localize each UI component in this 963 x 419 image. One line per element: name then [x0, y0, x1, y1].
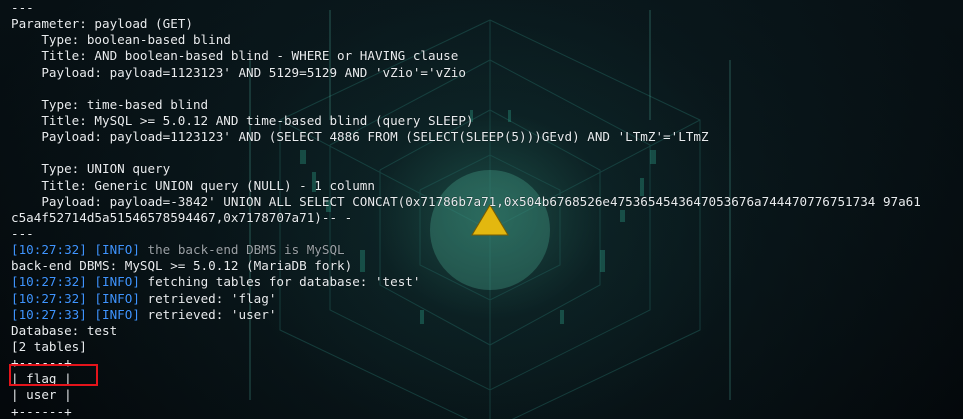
output-line: Payload: payload=1123123' AND (SELECT 48…	[11, 129, 709, 145]
log-line: [10:27:33] [INFO] retrieved: 'user'	[11, 307, 921, 323]
output-line: Payload: payload=1123123' AND 5129=5129 …	[11, 64, 466, 80]
log-level: [INFO]	[94, 306, 140, 322]
terminal-window[interactable]: --- Parameter: payload (GET) Type: boolea…	[0, 0, 963, 419]
log-timestamp: [10:27:32]	[11, 290, 87, 306]
output-line: Title: AND boolean-based blind - WHERE o…	[11, 48, 459, 64]
log-line: [10:27:32] [INFO] the back-end DBMS is M…	[11, 242, 921, 258]
log-timestamp: [10:27:32]	[11, 274, 87, 290]
log-timestamp: [10:27:33]	[11, 306, 87, 322]
output-line: back-end DBMS: MySQL >= 5.0.12 (MariaDB …	[11, 258, 353, 274]
table-count: [2 tables]	[11, 338, 87, 354]
log-line: [10:27:32] [INFO] fetching tables for da…	[11, 274, 921, 290]
log-level: [INFO]	[94, 290, 140, 306]
output-line: Type: time-based blind	[11, 96, 209, 112]
highlight-box-flag	[9, 364, 98, 386]
table-border-top: +------+	[11, 355, 72, 371]
output-line: Payload: payload=-3842' UNION ALL SELECT…	[11, 193, 921, 209]
output-line: c5a4f52714d5a51546578594467,0x7178707a71…	[11, 209, 353, 225]
output-line: Type: UNION query	[11, 161, 171, 177]
output-line: Parameter: payload (GET)	[11, 16, 193, 32]
output-line: ---	[11, 0, 34, 15]
table-row-user: | user |	[11, 387, 72, 403]
output-line: Title: MySQL >= 5.0.12 AND time-based bl…	[11, 112, 474, 128]
log-level: [INFO]	[94, 242, 140, 258]
log-message: fetching tables for database: 'test'	[139, 274, 421, 290]
log-timestamp: [10:27:32]	[11, 242, 87, 258]
log-message: retrieved: 'user'	[139, 306, 277, 322]
output-line: Type: boolean-based blind	[11, 32, 231, 48]
database-label: Database: test	[11, 322, 118, 338]
output-line: ---	[11, 225, 34, 241]
table-border-bottom: +------+	[11, 403, 72, 419]
log-message: the back-end DBMS is MySQL	[139, 242, 345, 258]
log-line: [10:27:32] [INFO] retrieved: 'flag'	[11, 291, 921, 307]
log-level: [INFO]	[94, 274, 140, 290]
terminal-output: --- Parameter: payload (GET) Type: boolea…	[11, 0, 921, 419]
log-message: retrieved: 'flag'	[139, 290, 277, 306]
output-line: Title: Generic UNION query (NULL) - 1 co…	[11, 177, 375, 193]
table-row-flag: | flag |	[11, 371, 72, 387]
